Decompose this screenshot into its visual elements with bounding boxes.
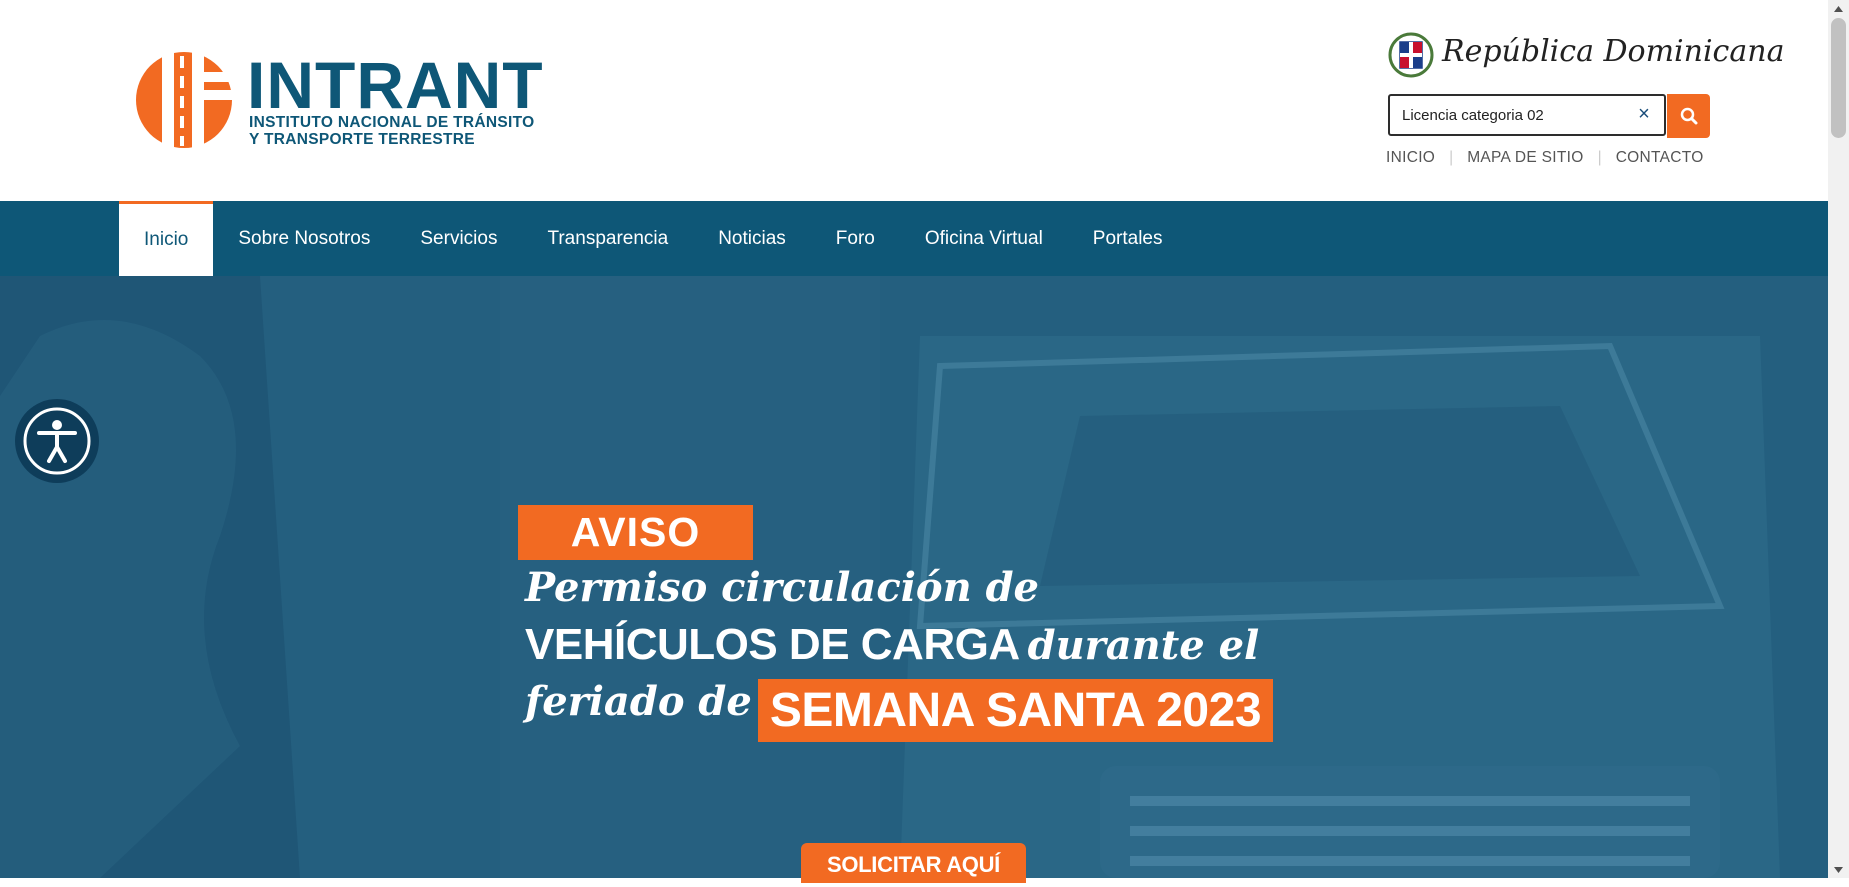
hero-highlight: SEMANA SANTA 2023 bbox=[757, 679, 1274, 743]
hero-line-3-italic: feriado de bbox=[525, 678, 752, 725]
search-button[interactable] bbox=[1667, 94, 1710, 138]
aviso-badge: AVISO bbox=[518, 505, 753, 560]
nav-item-sobre-nosotros[interactable]: Sobre Nosotros bbox=[213, 201, 395, 276]
page-scrollbar[interactable] bbox=[1828, 0, 1849, 878]
scroll-up-button[interactable] bbox=[1828, 0, 1849, 17]
accessibility-icon bbox=[23, 407, 91, 475]
util-link-inicio[interactable]: INICIO bbox=[1386, 149, 1435, 167]
solicitar-aqui-button[interactable]: SOLICITAR AQUÍ bbox=[801, 843, 1026, 883]
gov-badge-text: República Dominicana bbox=[1442, 34, 1785, 69]
hero-line-3: feriado de SEMANA SANTA 2023 bbox=[525, 678, 1274, 743]
util-link-mapa-de-sitio[interactable]: MAPA DE SITIO bbox=[1467, 149, 1583, 167]
search-input[interactable] bbox=[1388, 94, 1666, 136]
nav-item-foro[interactable]: Foro bbox=[811, 201, 900, 276]
hero-line-2: VEHÍCULOS DE CARGA durante el bbox=[525, 620, 1259, 670]
chevron-up-icon bbox=[1834, 5, 1843, 12]
util-link-contacto[interactable]: CONTACTO bbox=[1616, 149, 1704, 167]
nav-item-noticias[interactable]: Noticias bbox=[693, 201, 811, 276]
coat-of-arms-icon bbox=[1388, 32, 1434, 78]
nav-item-servicios[interactable]: Servicios bbox=[395, 201, 522, 276]
logo-subtitle: INSTITUTO NACIONAL DE TRÁNSITO Y TRANSPO… bbox=[249, 114, 534, 148]
divider: | bbox=[1597, 149, 1602, 166]
scroll-thumb[interactable] bbox=[1831, 18, 1846, 138]
nav-item-portales[interactable]: Portales bbox=[1068, 201, 1188, 276]
accessibility-button[interactable] bbox=[17, 401, 97, 481]
hero-line-1: Permiso circulación de bbox=[525, 564, 1040, 611]
logo-title: INTRANT bbox=[247, 48, 544, 122]
close-icon[interactable]: × bbox=[1632, 102, 1656, 126]
intrant-logo[interactable]: INTRANT INSTITUTO NACIONAL DE TRÁNSITO Y… bbox=[134, 50, 574, 155]
nav-item-inicio[interactable]: Inicio bbox=[119, 201, 214, 276]
hero-line-2-italic: durante el bbox=[1027, 622, 1260, 669]
logo-subtitle-line2: Y TRANSPORTE TERRESTRE bbox=[249, 131, 475, 148]
logo-subtitle-line1: INSTITUTO NACIONAL DE TRÁNSITO bbox=[249, 114, 535, 131]
main-nav: Inicio Sobre Nosotros Servicios Transpar… bbox=[0, 201, 1828, 276]
hero-line-2-bold: VEHÍCULOS DE CARGA bbox=[525, 620, 1020, 669]
divider: | bbox=[1449, 149, 1454, 166]
chevron-down-icon bbox=[1834, 866, 1843, 873]
site-header: INTRANT INSTITUTO NACIONAL DE TRÁNSITO Y… bbox=[0, 0, 1828, 201]
republica-dominicana-badge[interactable]: República Dominicana bbox=[1388, 30, 1784, 80]
scroll-down-button[interactable] bbox=[1828, 861, 1849, 878]
utility-links: INICIO | MAPA DE SITIO | CONTACTO bbox=[1386, 149, 1704, 167]
logo-mark-icon bbox=[136, 50, 232, 150]
nav-item-transparencia[interactable]: Transparencia bbox=[522, 201, 693, 276]
search-icon bbox=[1680, 107, 1697, 125]
nav-item-oficina-virtual[interactable]: Oficina Virtual bbox=[900, 201, 1068, 276]
